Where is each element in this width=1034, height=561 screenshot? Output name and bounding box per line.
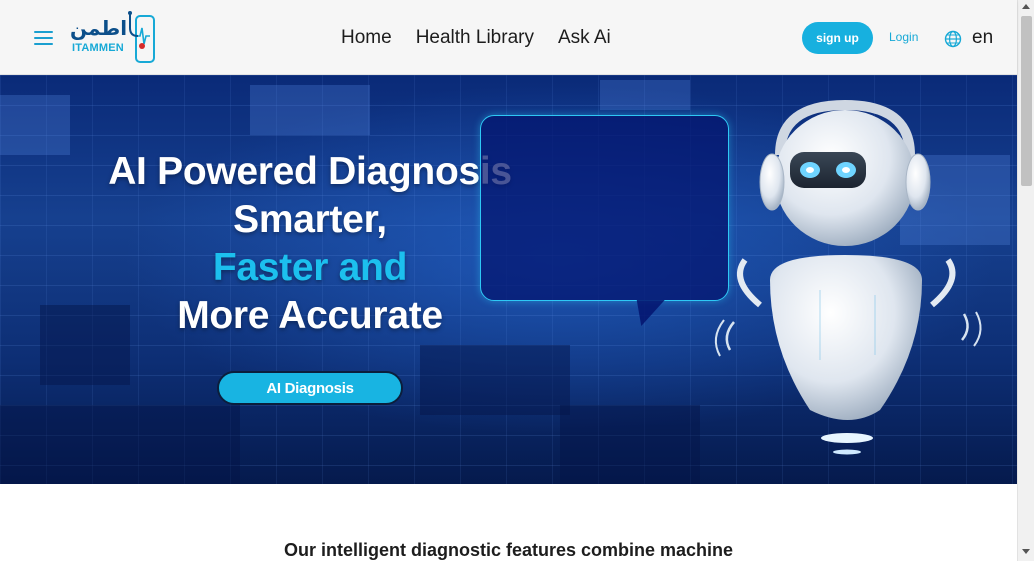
bg-tile	[560, 405, 700, 484]
main-nav: Home Health Library Ask Ai	[341, 27, 611, 49]
hero-title-line-1: AI Powered Diagnosis	[108, 150, 512, 193]
stethoscope-phone-icon	[128, 11, 155, 63]
nav-health-library[interactable]: Health Library	[416, 27, 534, 49]
ai-diagnosis-button[interactable]: AI Diagnosis	[217, 371, 403, 405]
hamburger-menu-icon[interactable]	[34, 31, 54, 45]
vertical-scrollbar[interactable]	[1017, 0, 1034, 561]
language-selector[interactable]: en	[972, 27, 993, 49]
site-logo[interactable]: اطمن ITAMMEN	[68, 8, 162, 66]
hero-title-line-4: More Accurate	[177, 294, 443, 337]
scroll-down-arrow-icon[interactable]	[1022, 549, 1030, 554]
logo-latin-text: ITAMMEN	[72, 42, 124, 54]
chat-bubble-panel	[480, 115, 729, 301]
hero-title-line-3: Faster and	[212, 246, 408, 289]
robot-illustration	[714, 100, 982, 455]
scroll-thumb[interactable]	[1021, 16, 1032, 186]
hero-section: AI Powered Diagnosis Smarter, Faster and…	[0, 75, 1017, 484]
globe-icon[interactable]	[944, 30, 962, 48]
hero-title-line-2: Smarter,	[233, 198, 387, 241]
bg-tile	[420, 345, 570, 415]
bg-tile	[0, 405, 240, 484]
nav-home[interactable]: Home	[341, 27, 392, 49]
bg-tile	[0, 95, 70, 155]
login-link[interactable]: Login	[889, 30, 918, 44]
features-intro-text: Our intelligent diagnostic features comb…	[283, 540, 734, 560]
bg-tile	[250, 85, 370, 135]
logo-arabic-text: اطمن	[70, 16, 128, 40]
signup-button[interactable]: sign up	[802, 22, 873, 54]
site-header: اطمن ITAMMEN Home Health Library Ask Ai …	[0, 0, 1017, 75]
page: اطمن ITAMMEN Home Health Library Ask Ai …	[0, 0, 1034, 561]
bg-tile	[600, 80, 690, 110]
scroll-up-arrow-icon[interactable]	[1022, 4, 1030, 9]
nav-ask-ai[interactable]: Ask Ai	[558, 27, 611, 49]
